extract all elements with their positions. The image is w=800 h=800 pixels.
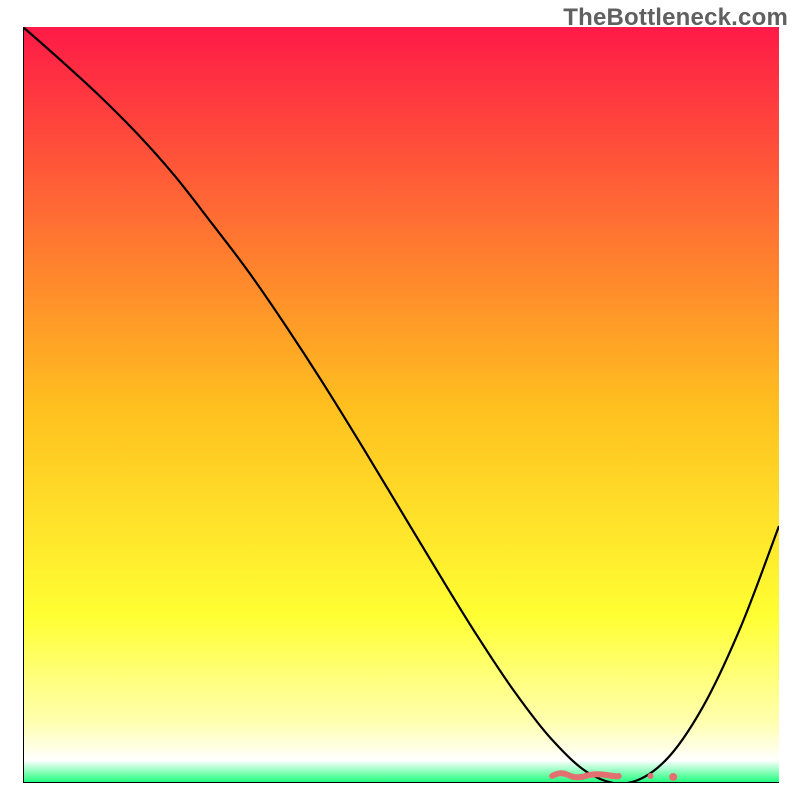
chart-container: TheBottleneck.com (0, 0, 800, 800)
gradient-background (23, 27, 779, 783)
bottleneck-chart (23, 27, 779, 783)
optimal-dot-2 (648, 773, 654, 779)
optimal-dot (669, 773, 677, 781)
